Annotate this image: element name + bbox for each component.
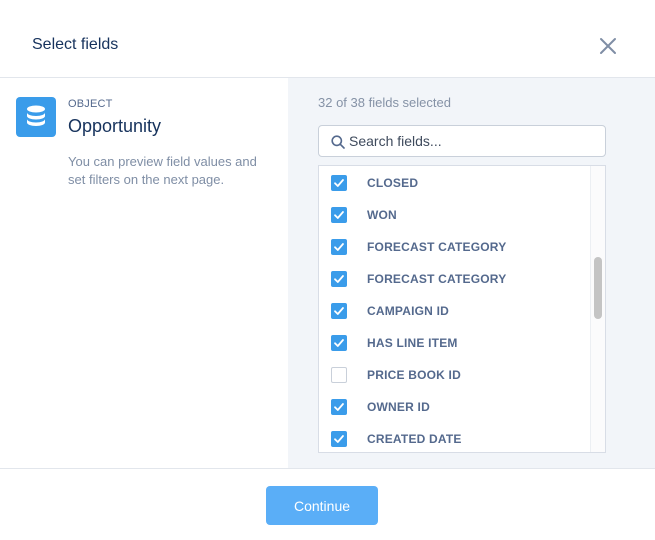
field-label: FORECAST CATEGORY (367, 272, 507, 286)
field-checkbox[interactable] (331, 367, 347, 383)
field-row[interactable]: HAS LINE ITEM (319, 327, 589, 359)
scrollbar-thumb[interactable] (594, 257, 602, 319)
field-label: FORECAST CATEGORY (367, 240, 507, 254)
object-kicker: OBJECT (68, 98, 113, 110)
field-list[interactable]: CLOSED WON FORECAST CATEGORY FORECAST CA… (318, 165, 606, 453)
selected-count: 32 of 38 fields selected (318, 95, 451, 110)
field-label: CREATED DATE (367, 432, 462, 446)
field-row[interactable]: CREATED DATE (319, 423, 589, 452)
field-checkbox[interactable] (331, 271, 347, 287)
field-row[interactable]: WON (319, 199, 589, 231)
field-checkbox[interactable] (331, 399, 347, 415)
select-fields-modal: Select fields OBJECT Opportunity You can… (0, 0, 655, 540)
object-info-pane: OBJECT Opportunity You can preview field… (0, 78, 288, 468)
field-checkbox[interactable] (331, 303, 347, 319)
modal-footer: Continue (0, 468, 655, 540)
search-icon (331, 135, 345, 149)
search-box[interactable] (318, 125, 606, 157)
field-checkbox[interactable] (331, 239, 347, 255)
field-row[interactable]: FORECAST CATEGORY (319, 231, 589, 263)
fields-pane: 32 of 38 fields selected CLOSED WON FORE… (288, 78, 655, 468)
field-label: CAMPAIGN ID (367, 304, 449, 318)
continue-button[interactable]: Continue (266, 486, 378, 525)
field-label: WON (367, 208, 397, 222)
field-label: HAS LINE ITEM (367, 336, 458, 350)
search-input[interactable] (349, 126, 599, 156)
modal-title: Select fields (32, 36, 119, 53)
field-label: PRICE BOOK ID (367, 368, 461, 382)
object-name: Opportunity (68, 116, 162, 136)
field-label: OWNER ID (367, 400, 430, 414)
database-icon (16, 97, 56, 137)
modal-header: Select fields (0, 0, 655, 78)
object-help-text: You can preview field values and set fil… (68, 154, 257, 187)
field-label: CLOSED (367, 176, 419, 190)
field-row[interactable]: FORECAST CATEGORY (319, 263, 589, 295)
field-row[interactable]: PRICE BOOK ID (319, 359, 589, 391)
field-checkbox[interactable] (331, 335, 347, 351)
field-checkbox[interactable] (331, 175, 347, 191)
list-scrollbar[interactable] (590, 166, 605, 452)
field-checkbox[interactable] (331, 431, 347, 447)
field-row[interactable]: CAMPAIGN ID (319, 295, 589, 327)
field-row[interactable]: OWNER ID (319, 391, 589, 423)
field-checkbox[interactable] (331, 207, 347, 223)
close-icon[interactable] (596, 34, 620, 58)
field-row[interactable]: CLOSED (319, 167, 589, 199)
